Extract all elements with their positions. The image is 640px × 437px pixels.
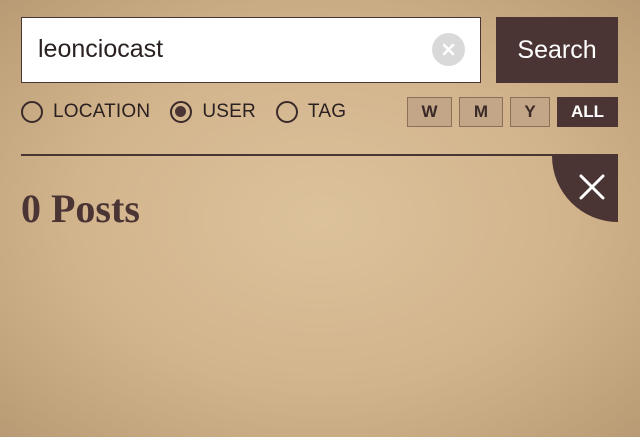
period-year-button[interactable]: Y (510, 97, 550, 127)
search-box (21, 17, 481, 83)
search-button[interactable]: Search (496, 17, 618, 83)
search-input[interactable] (38, 18, 428, 81)
radio-user-label: USER (202, 101, 256, 122)
post-count: 0 Posts (21, 186, 140, 231)
period-all-button[interactable]: ALL (557, 97, 618, 127)
radio-tag[interactable]: TAG (275, 101, 347, 123)
radio-user[interactable]: USER (170, 101, 256, 123)
period-week-button[interactable]: W (407, 97, 452, 127)
divider (21, 154, 618, 156)
radio-location-label: LOCATION (53, 101, 151, 122)
period-month-button[interactable]: M (459, 97, 503, 127)
clear-x-icon (442, 43, 455, 56)
clear-button[interactable] (432, 33, 465, 66)
radio-tag-label: TAG (307, 101, 347, 122)
radio-location[interactable]: LOCATION (21, 101, 150, 123)
radio-location-circle[interactable] (21, 101, 43, 123)
search-type-group: LOCATION USER TAG (21, 97, 366, 127)
radio-tag-circle[interactable] (275, 101, 298, 123)
close-icon (579, 174, 605, 200)
close-results-button[interactable] (552, 156, 618, 222)
radio-user-circle[interactable] (170, 101, 193, 123)
